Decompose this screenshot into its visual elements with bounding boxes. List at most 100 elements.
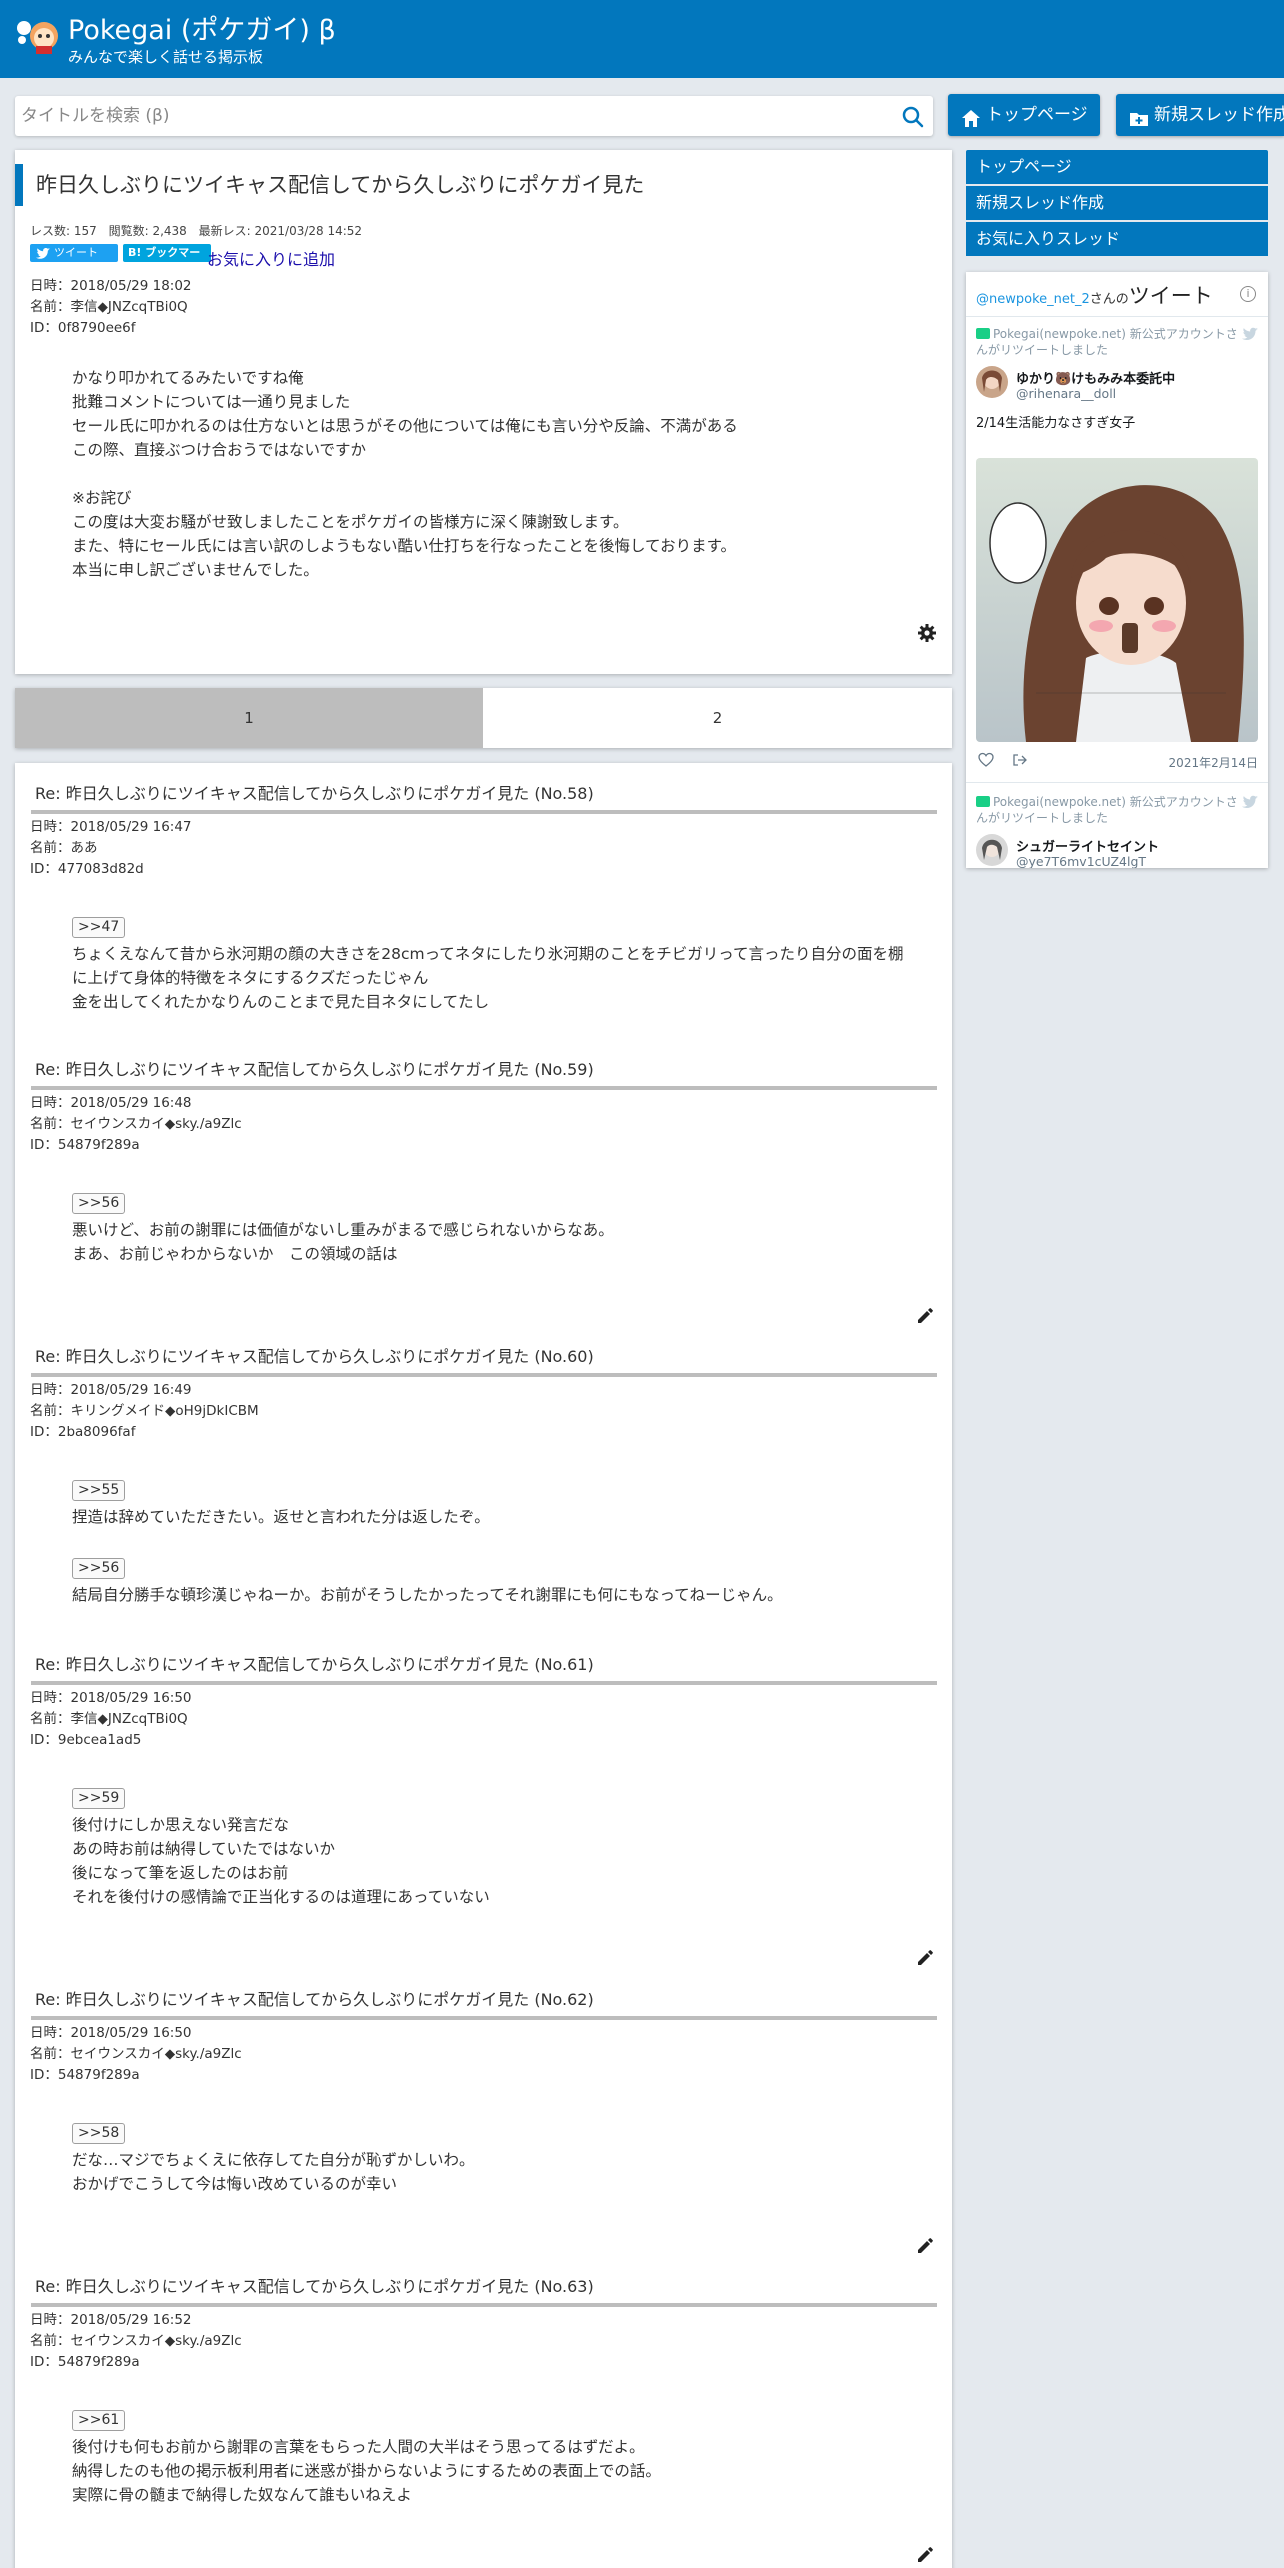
retweet-icon bbox=[976, 328, 990, 339]
reply-name: 名前：セイウンスカイ◆sky./a9Zlc bbox=[30, 2333, 242, 2349]
twitter-header-san: さんの bbox=[1089, 292, 1129, 307]
new-folder-icon bbox=[1128, 104, 1150, 126]
reply-text: だな…マジでちょくえに依存してた自分が恥ずかしいわ。 おかげでこうして今は悔い改… bbox=[72, 2148, 475, 2196]
reply-post: Re: 昨日久しぶりにツイキャス配信してから久しぶりにポケガイ見た (No.60… bbox=[15, 1344, 952, 1634]
pencil-edit-icon[interactable] bbox=[916, 2546, 934, 2564]
reply-anchor-link[interactable]: >>61 bbox=[72, 2410, 126, 2431]
reply-info: 日時：2018/05/29 16:49 名前：キリングメイド◆oH9jDkICB… bbox=[30, 1380, 259, 1443]
reply-id: ID：54879f289a bbox=[30, 1137, 140, 1153]
reply-anchor-link[interactable]: >>56 bbox=[72, 1193, 126, 1214]
reply-title: Re: 昨日久しぶりにツイキャス配信してから久しぶりにポケガイ見た (No.62… bbox=[35, 1990, 594, 2009]
tweet-share-label: ツイート bbox=[54, 246, 98, 259]
reply-title: Re: 昨日久しぶりにツイキャス配信してから久しぶりにポケガイ見た (No.58… bbox=[35, 784, 594, 803]
tweet-text: 2/14生活能力なさすぎ女子 bbox=[976, 416, 1136, 431]
retweet-note-text: Pokegai(newpoke.net) 新公式アカウントさんがリツイートしまし… bbox=[976, 795, 1238, 825]
tweet-image[interactable] bbox=[976, 458, 1258, 742]
info-icon[interactable]: i bbox=[1240, 286, 1256, 302]
sidebar-item-favorites[interactable]: お気に入りスレッド bbox=[966, 222, 1268, 256]
reply-line: だな…マジでちょくえに依存してた自分が恥ずかしいわ。 bbox=[72, 2151, 475, 2169]
post-line: この際、直接ぶつけ合おうではないですか bbox=[72, 441, 367, 459]
reply-info: 日時：2018/05/29 16:50 名前：セイウンスカイ◆sky./a9Zl… bbox=[30, 2023, 242, 2086]
reply-name: 名前：セイウンスカイ◆sky./a9Zlc bbox=[30, 1116, 242, 1132]
post-body: かなり叩かれてるみたいですね俺 批難コメントについては一通り見ました セール氏に… bbox=[72, 366, 738, 582]
site-title[interactable]: Pokegai (ポケガイ) β bbox=[68, 14, 336, 48]
thread-title: 昨日久しぶりにツイキャス配信してから久しぶりにポケガイ見た bbox=[36, 173, 645, 197]
home-icon bbox=[960, 104, 982, 127]
page-button-1[interactable]: 1 bbox=[15, 688, 483, 748]
reply-anchor-link[interactable]: >>59 bbox=[72, 1788, 126, 1809]
hatena-bookmark-label: B! ブックマーク bbox=[128, 246, 201, 277]
reply-id: ID：477083d82d bbox=[30, 861, 144, 877]
thread-card: 昨日久しぶりにツイキャス配信してから久しぶりにポケガイ見た レス数: 157 閲… bbox=[15, 150, 952, 674]
reply-post: Re: 昨日久しぶりにツイキャス配信してから久しぶりにポケガイ見た (No.59… bbox=[15, 1057, 952, 1327]
tweet-author-avatar[interactable] bbox=[976, 366, 1008, 398]
tweet-author-handle[interactable]: @rihenara__doll bbox=[1016, 386, 1116, 401]
reply-line: 後になって筆を返したのはお前 bbox=[72, 1864, 289, 1882]
reply-line: 後付けも何もお前から謝罪の言葉をもらった人間の大半はそう思ってるはずだよ。 bbox=[72, 2438, 645, 2456]
reply-line: おかげでこうして今は悔い改めているのが幸い bbox=[72, 2175, 398, 2193]
sidebar-item-top-page[interactable]: トップページ bbox=[966, 150, 1268, 184]
reply-anchor-link[interactable]: >>58 bbox=[72, 2123, 126, 2144]
page-button-2[interactable]: 2 bbox=[483, 688, 952, 748]
top-page-button-label: トップページ bbox=[986, 105, 1088, 125]
reply-text: 後付けも何もお前から謝罪の言葉をもらった人間の大半はそう思ってるはずだよ。 納得… bbox=[72, 2435, 661, 2507]
reply-line: に上げて身体的特徴をネタにするクズだったじゃん bbox=[72, 969, 429, 987]
pencil-edit-icon[interactable] bbox=[916, 2237, 934, 2255]
tweet-date[interactable]: 2021年2月14日 bbox=[1169, 754, 1258, 771]
reply-post: Re: 昨日久しぶりにツイキャス配信してから久しぶりにポケガイ見た (No.63… bbox=[15, 2274, 952, 2568]
reply-title: Re: 昨日久しぶりにツイキャス配信してから久しぶりにポケガイ見た (No.60… bbox=[35, 1347, 594, 1366]
reply-post: Re: 昨日久しぶりにツイキャス配信してから久しぶりにポケガイ見た (No.58… bbox=[15, 781, 952, 1041]
gear-icon[interactable] bbox=[917, 623, 937, 643]
post-line bbox=[72, 462, 738, 486]
tweet-author-name[interactable]: ゆかり🐻けもみみ本委託中 bbox=[1016, 368, 1175, 387]
reply-name: 名前：ああ bbox=[30, 840, 98, 856]
reply-divider bbox=[31, 1373, 937, 1377]
reply-info: 日時：2018/05/29 16:47 名前：ああ ID：477083d82d bbox=[30, 817, 192, 880]
reply-line: ちょくえなんて昔から氷河期の顔の大きさを28cmってネタにしたり氷河期のことをチ… bbox=[72, 945, 904, 963]
tweet-author-handle[interactable]: @ye7T6mv1cUZ4lgT bbox=[1016, 854, 1146, 868]
pokegai-logo-icon[interactable] bbox=[14, 16, 60, 56]
reply-info: 日時：2018/05/29 16:48 名前：セイウンスカイ◆sky./a9Zl… bbox=[30, 1093, 242, 1156]
pencil-edit-icon[interactable] bbox=[916, 1949, 934, 1967]
reply-line: まあ、お前じゃわからないか この領域の話は bbox=[72, 1245, 398, 1263]
tweet-author-name[interactable]: シュガーライトセイント bbox=[1016, 836, 1159, 855]
twitter-bird-icon[interactable] bbox=[1242, 326, 1258, 341]
search-icon[interactable] bbox=[901, 105, 925, 129]
reply-divider bbox=[31, 2016, 937, 2020]
new-thread-button-label: 新規スレッド作成 bbox=[1154, 105, 1284, 125]
title-accent-bar bbox=[15, 164, 23, 206]
search-input[interactable] bbox=[15, 96, 885, 136]
twitter-bird-icon[interactable] bbox=[1242, 794, 1258, 809]
heart-icon[interactable] bbox=[978, 752, 994, 768]
reply-anchor-link[interactable]: >>55 bbox=[72, 1480, 126, 1501]
new-thread-button[interactable]: 新規スレッド作成 bbox=[1116, 94, 1284, 136]
reply-name: 名前：セイウンスカイ◆sky./a9Zlc bbox=[30, 2046, 242, 2062]
post-id: ID：0f8790ee6f bbox=[30, 320, 136, 336]
reply-title: Re: 昨日久しぶりにツイキャス配信してから久しぶりにポケガイ見た (No.61… bbox=[35, 1655, 594, 1674]
post-line: 本当に申し訳ございませんでした。 bbox=[72, 561, 319, 579]
post-line: この度は大変お騒がせ致しましたことをポケガイの皆様方に深く陳謝致します。 bbox=[72, 513, 629, 531]
reply-line: 金を出してくれたかなりんのことまで見た目ネタにしてたし bbox=[72, 993, 490, 1011]
add-favorite-link[interactable]: お気に入りに追加 bbox=[207, 246, 335, 270]
hatena-bookmark-button[interactable]: B! ブックマーク bbox=[123, 244, 211, 277]
share-icon[interactable] bbox=[1012, 752, 1028, 768]
reply-date: 日時：2018/05/29 16:52 bbox=[30, 2312, 192, 2328]
pencil-edit-icon[interactable] bbox=[916, 1307, 934, 1325]
view-count: 閲覧数: 2,438 bbox=[108, 224, 187, 238]
twitter-widget-header: @newpoke_net_2さんのツイート bbox=[976, 280, 1213, 310]
retweet-note: Pokegai(newpoke.net) 新公式アカウントさんがリツイートしまし… bbox=[976, 794, 1238, 826]
sidebar-item-new-thread[interactable]: 新規スレッド作成 bbox=[966, 186, 1268, 220]
reply-date: 日時：2018/05/29 16:50 bbox=[30, 1690, 192, 1706]
reply-id: ID：2ba8096faf bbox=[30, 1424, 136, 1440]
search-box bbox=[15, 96, 933, 136]
reply-anchor-link[interactable]: >>47 bbox=[72, 917, 126, 938]
twitter-account-link[interactable]: @newpoke_net_2 bbox=[976, 292, 1090, 307]
site-header: Pokegai (ポケガイ) β みんなで楽しく話せる掲示板 bbox=[0, 0, 1284, 78]
tweet-author-avatar[interactable] bbox=[976, 834, 1008, 866]
reply-anchor-link[interactable]: >>56 bbox=[72, 1558, 126, 1579]
latest-res: 最新レス: 2021/03/28 14:52 bbox=[198, 224, 363, 238]
top-page-button[interactable]: トップページ bbox=[948, 94, 1100, 136]
replies-card: Re: 昨日久しぶりにツイキャス配信してから久しぶりにポケガイ見た (No.58… bbox=[15, 763, 952, 2568]
reply-date: 日時：2018/05/29 16:48 bbox=[30, 1095, 192, 1111]
tweet-share-button[interactable]: ツイート bbox=[30, 244, 118, 262]
